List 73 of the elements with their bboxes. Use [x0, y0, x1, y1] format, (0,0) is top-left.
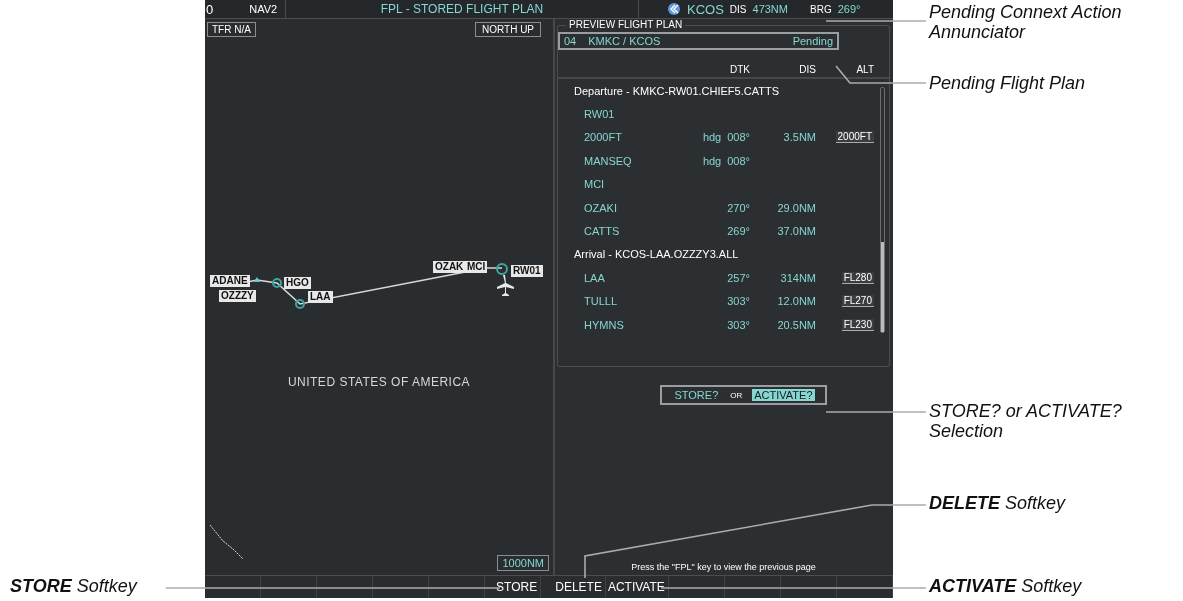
softkey[interactable]: STORE [485, 576, 542, 598]
desired-track: 270° [727, 201, 750, 214]
altitude-constraint: FL230 [841, 318, 874, 331]
waypoint-name: CATTS [583, 225, 621, 238]
tfr-status-box: TFR N/A [207, 22, 256, 37]
bearing-label: BRG [810, 3, 832, 15]
annunciator-icon [667, 2, 681, 16]
callout-label: ACTIVATE Softkey [929, 576, 1083, 596]
altitude-constraint: FL270 [841, 295, 874, 308]
coastline-line [209, 524, 244, 560]
pending-flight-plan-row[interactable]: 04 KMKC / KCOS Pending [558, 32, 839, 50]
desired-track: 008° [727, 131, 750, 144]
waypoint-identifier: KCOS [687, 1, 724, 17]
help-message: Press the "FPL" key to view the previous page [630, 562, 817, 572]
procedure-header: Departure - KMKC-RW01.CHIEF5.CATTS [573, 83, 780, 99]
softkey[interactable]: DELETE [541, 576, 606, 598]
desired-track: 303° [727, 295, 750, 308]
leg-distance: 37.0NM [776, 225, 816, 238]
column-header: DTK [729, 64, 750, 75]
nav-source-label: NAV2 [249, 3, 278, 15]
plan-status: Pending [792, 35, 833, 47]
heading-label: hdg [702, 154, 722, 167]
desired-track: 303° [727, 318, 750, 331]
waypoint-name: MCI [583, 178, 606, 191]
orientation-box: NORTH UP [475, 22, 542, 37]
distance-label: DIS [729, 3, 747, 15]
waypoint-name: OZAKI [583, 201, 618, 214]
plan-number: 04 [564, 35, 577, 47]
callout-label: STORE? or ACTIVATE? Selection [929, 401, 1123, 441]
waypoint-label: ADANE [210, 275, 250, 287]
airplane-icon [497, 275, 514, 296]
waypoint-name: LAA [583, 271, 606, 284]
waypoint-label: HGO [284, 277, 311, 289]
leg-distance: 314NM [779, 271, 816, 284]
prompt-option[interactable]: ACTIVATE? [752, 389, 815, 401]
altitude-constraint: FL280 [841, 271, 874, 284]
panel-title: PREVIEW FLIGHT PLAN [566, 19, 686, 30]
page-title: FPL - STORED FLIGHT PLAN [380, 2, 544, 16]
procedure-header: Arrival - KCOS-LAA.OZZZY3.ALL [573, 247, 740, 263]
waypoint-label: LAA [308, 291, 333, 303]
waypoint-name: HYMNS [583, 318, 625, 331]
waypoint-label: RW01 [511, 265, 543, 277]
leg-distance: 3.5NM [782, 131, 816, 144]
waypoint-label: OZAK [433, 261, 466, 273]
softkey[interactable]: ACTIVATE [605, 576, 669, 598]
column-header: DIS [798, 64, 816, 75]
distance-value: 473NM [752, 3, 788, 15]
status-field: 0 [206, 1, 214, 17]
desired-track: 257° [727, 271, 750, 284]
country-label: UNITED STATES OF AMERICA [286, 375, 472, 389]
waypoint-name: RW01 [583, 108, 616, 121]
prompt-connector: OR [730, 390, 743, 400]
desired-track: 008° [727, 154, 750, 167]
waypoint-name: 2000FT [583, 131, 623, 144]
callout-label: Pending Connext Action Annunciator [929, 2, 1123, 42]
waypoint-label: MCI [465, 261, 488, 273]
leg-distance: 12.0NM [776, 295, 816, 308]
leg-distance: 29.0NM [776, 201, 816, 214]
callout-label: DELETE Softkey [929, 493, 1067, 513]
heading-label: hdg [702, 131, 722, 144]
callout-label: Pending Flight Plan [929, 73, 1087, 93]
map-range-box: 1000NM [497, 555, 549, 571]
altitude-constraint: 2000FT [835, 131, 874, 144]
desired-track: 269° [727, 225, 750, 238]
waypoint-label: OZZZY [219, 290, 256, 302]
waypoint-name: TULLL [583, 295, 619, 308]
bearing-value: 269° [837, 3, 861, 15]
column-header: ALT [855, 64, 874, 75]
prompt-option[interactable]: STORE? [672, 389, 721, 401]
waypoint-name: MANSEQ [583, 154, 633, 167]
leg-distance: 20.5NM [776, 318, 816, 331]
plan-route: KMKC / KCOS [588, 35, 661, 47]
callout-label: STORE Softkey [10, 576, 139, 596]
